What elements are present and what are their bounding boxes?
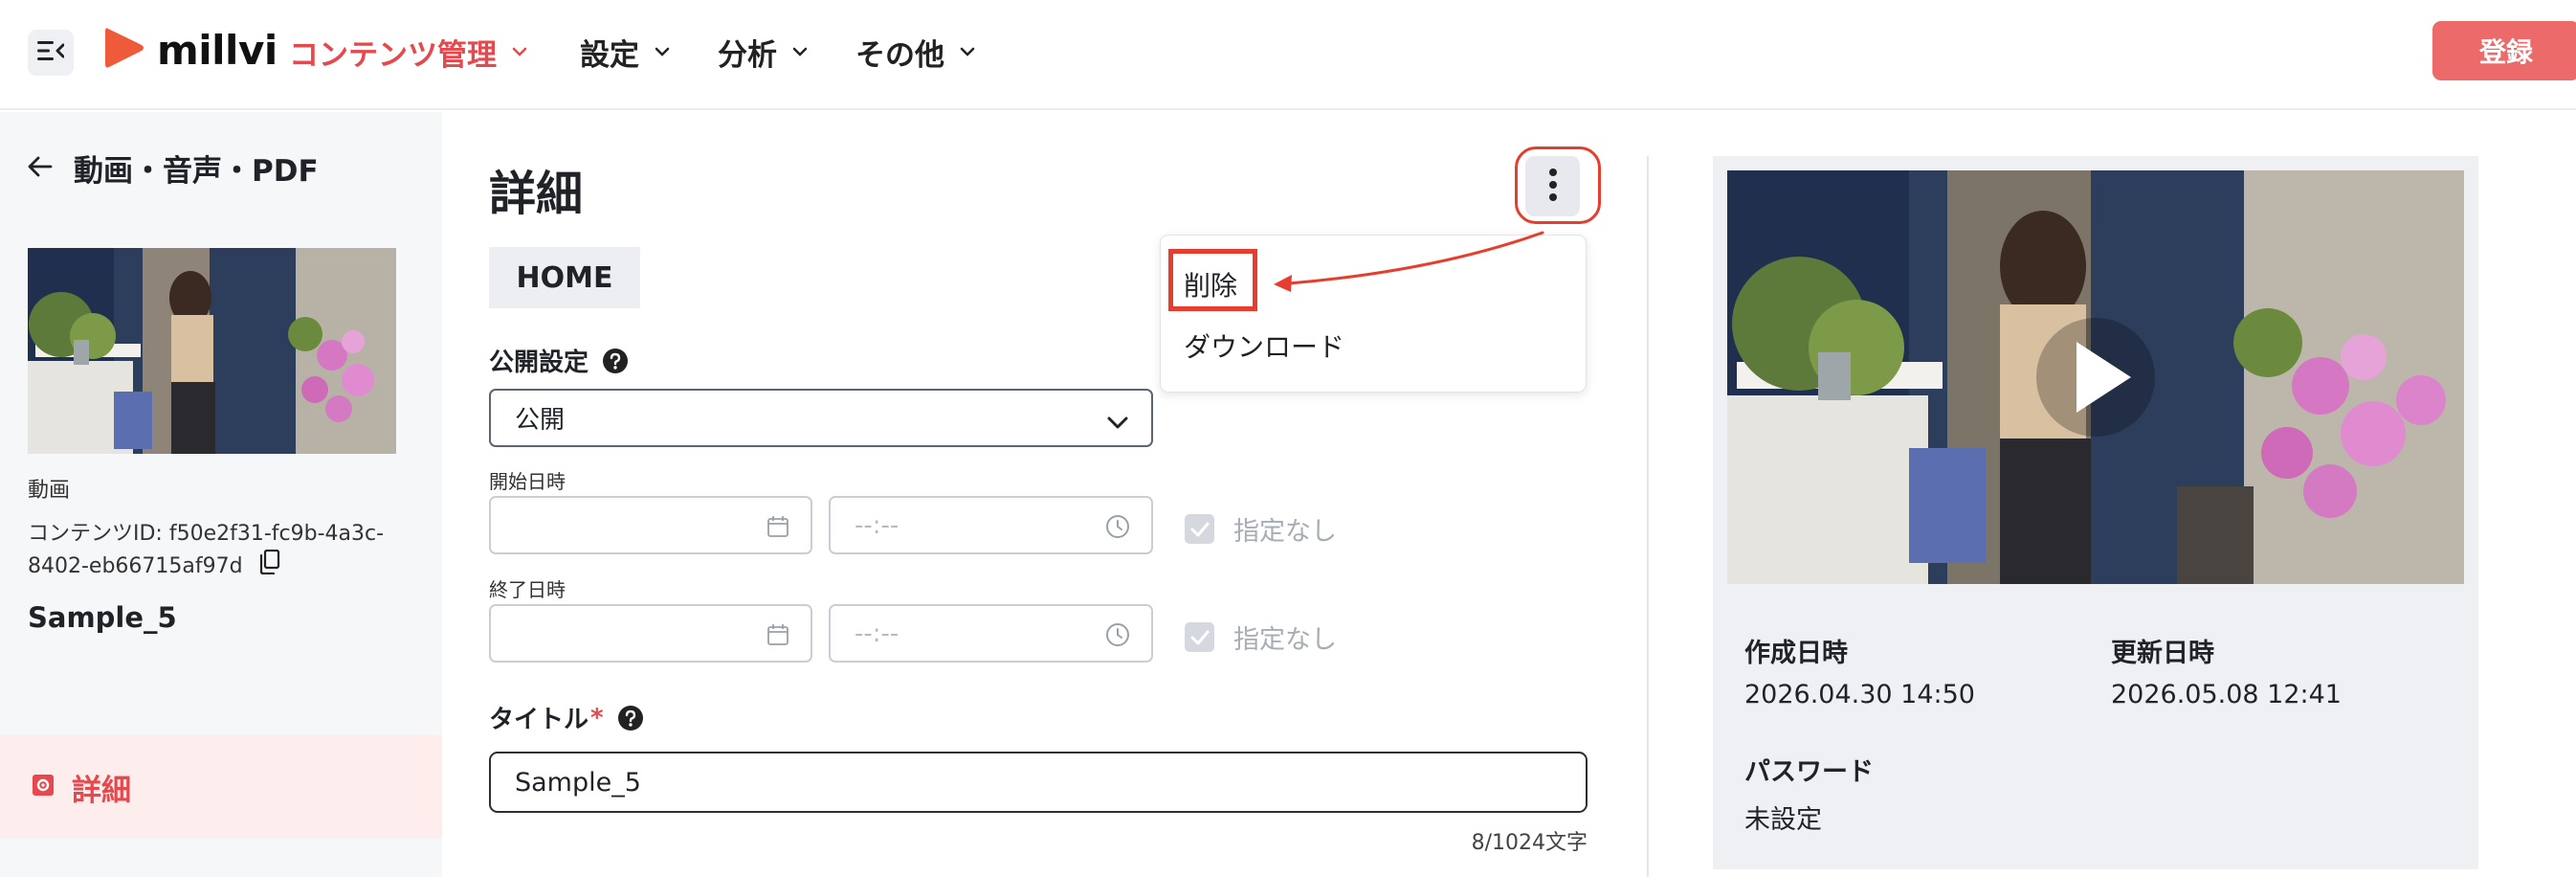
info-panel: 作成日時 2026.04.30 14:50 更新日時 2026.05.08 12… xyxy=(1713,156,2478,869)
calendar-icon xyxy=(766,623,789,650)
content-sidebar: 動画・音声・PDF 動画 コンテンツID: f50e2f31-fc9b-4a3c… xyxy=(0,112,442,877)
calendar-icon xyxy=(766,515,789,542)
end-unspecified-checkbox[interactable]: 指定なし xyxy=(1185,618,1337,656)
char-count: 8/1024文字 xyxy=(1471,831,1588,855)
content-id-text: コンテンツID: f50e2f31-fc9b-4a3c-8402-eb66715… xyxy=(28,522,385,578)
content-id: コンテンツID: f50e2f31-fc9b-4a3c-8402-eb66715… xyxy=(28,518,411,584)
nav-other[interactable]: その他 xyxy=(855,29,975,75)
help-icon[interactable] xyxy=(617,705,644,731)
title-input-value: Sample_5 xyxy=(515,767,641,798)
start-date-input[interactable] xyxy=(489,496,812,554)
menu-item-download[interactable]: ダウンロード xyxy=(1184,326,1344,365)
end-time-input[interactable]: --:-- xyxy=(829,604,1153,663)
sidebar-toggle-button[interactable] xyxy=(28,30,74,76)
publish-setting-text: 公開設定 xyxy=(489,349,589,377)
content-type-label: 動画 xyxy=(28,479,71,503)
content-name: Sample_5 xyxy=(28,601,177,634)
top-header: millvi コンテンツ管理 設定 分析 その他 登録 xyxy=(0,0,2576,110)
start-datetime-label: 開始日時 xyxy=(489,470,566,493)
copy-icon[interactable] xyxy=(259,549,280,584)
title-input[interactable]: Sample_5 xyxy=(489,752,1588,813)
start-time-input[interactable]: --:-- xyxy=(829,496,1153,554)
start-unspecified-checkbox[interactable]: 指定なし xyxy=(1185,510,1337,548)
play-icon[interactable] xyxy=(2033,315,2158,439)
nav-settings[interactable]: 設定 xyxy=(580,29,670,75)
publish-setting-label: 公開設定 xyxy=(489,343,629,378)
chevron-down-icon xyxy=(960,47,975,56)
chevron-down-icon xyxy=(1107,408,1128,437)
nav-label: 設定 xyxy=(580,37,639,73)
password-label: パスワード xyxy=(1744,757,1874,787)
nav-label: その他 xyxy=(855,37,944,73)
menu-collapse-icon xyxy=(37,40,65,65)
chevron-down-icon xyxy=(655,47,670,56)
play-logo-icon xyxy=(103,26,145,74)
logo-text: millvi xyxy=(157,26,278,74)
title-label-text: タイトル xyxy=(489,706,589,734)
back-link-label: 動画・音声・PDF xyxy=(74,154,319,189)
created-at-value: 2026.04.30 14:50 xyxy=(1744,680,1975,709)
annotation-highlight-menu xyxy=(1515,146,1601,224)
arrow-left-icon xyxy=(28,155,53,182)
content-thumbnail xyxy=(28,248,396,454)
title-field-label: タイトル * xyxy=(489,700,644,735)
sidebar-item-detail[interactable]: 詳細 xyxy=(0,735,442,839)
checkbox-checked-icon xyxy=(1185,622,1214,652)
checkbox-checked-icon xyxy=(1185,514,1214,544)
annotation-highlight-delete xyxy=(1168,249,1257,311)
clock-icon xyxy=(1105,622,1130,654)
unspecified-label: 指定なし xyxy=(1233,625,1337,655)
nav-content-management[interactable]: コンテンツ管理 xyxy=(289,29,527,75)
unspecified-label: 指定なし xyxy=(1233,517,1337,547)
video-player[interactable] xyxy=(1727,170,2464,584)
end-date-input[interactable] xyxy=(489,604,812,663)
settings-icon xyxy=(32,774,55,800)
brand-logo[interactable]: millvi xyxy=(103,25,278,75)
help-icon[interactable] xyxy=(602,348,629,374)
sidebar-item-label: 詳細 xyxy=(72,773,131,808)
nav-analytics[interactable]: 分析 xyxy=(718,29,808,75)
nav-label: 分析 xyxy=(718,37,777,73)
chevron-down-icon xyxy=(792,47,808,56)
panel-divider xyxy=(1647,156,1649,877)
home-tag: HOME xyxy=(489,247,640,308)
required-mark: * xyxy=(590,703,604,732)
clock-icon xyxy=(1105,514,1130,546)
updated-at-value: 2026.05.08 12:41 xyxy=(2111,680,2342,709)
time-placeholder: --:-- xyxy=(855,618,899,648)
back-link[interactable]: 動画・音声・PDF xyxy=(28,146,319,190)
password-value: 未設定 xyxy=(1744,805,1822,835)
register-button[interactable]: 登録 xyxy=(2432,21,2576,80)
end-datetime-label: 終了日時 xyxy=(489,578,566,601)
nav-label: コンテンツ管理 xyxy=(289,37,497,73)
chevron-down-icon xyxy=(512,47,527,56)
publish-select-value: 公開 xyxy=(515,406,566,435)
publish-select[interactable]: 公開 xyxy=(489,389,1153,447)
updated-at-label: 更新日時 xyxy=(2111,639,2214,668)
time-placeholder: --:-- xyxy=(855,510,899,540)
created-at-label: 作成日時 xyxy=(1744,639,1848,668)
page-title: 詳細 xyxy=(489,167,584,221)
